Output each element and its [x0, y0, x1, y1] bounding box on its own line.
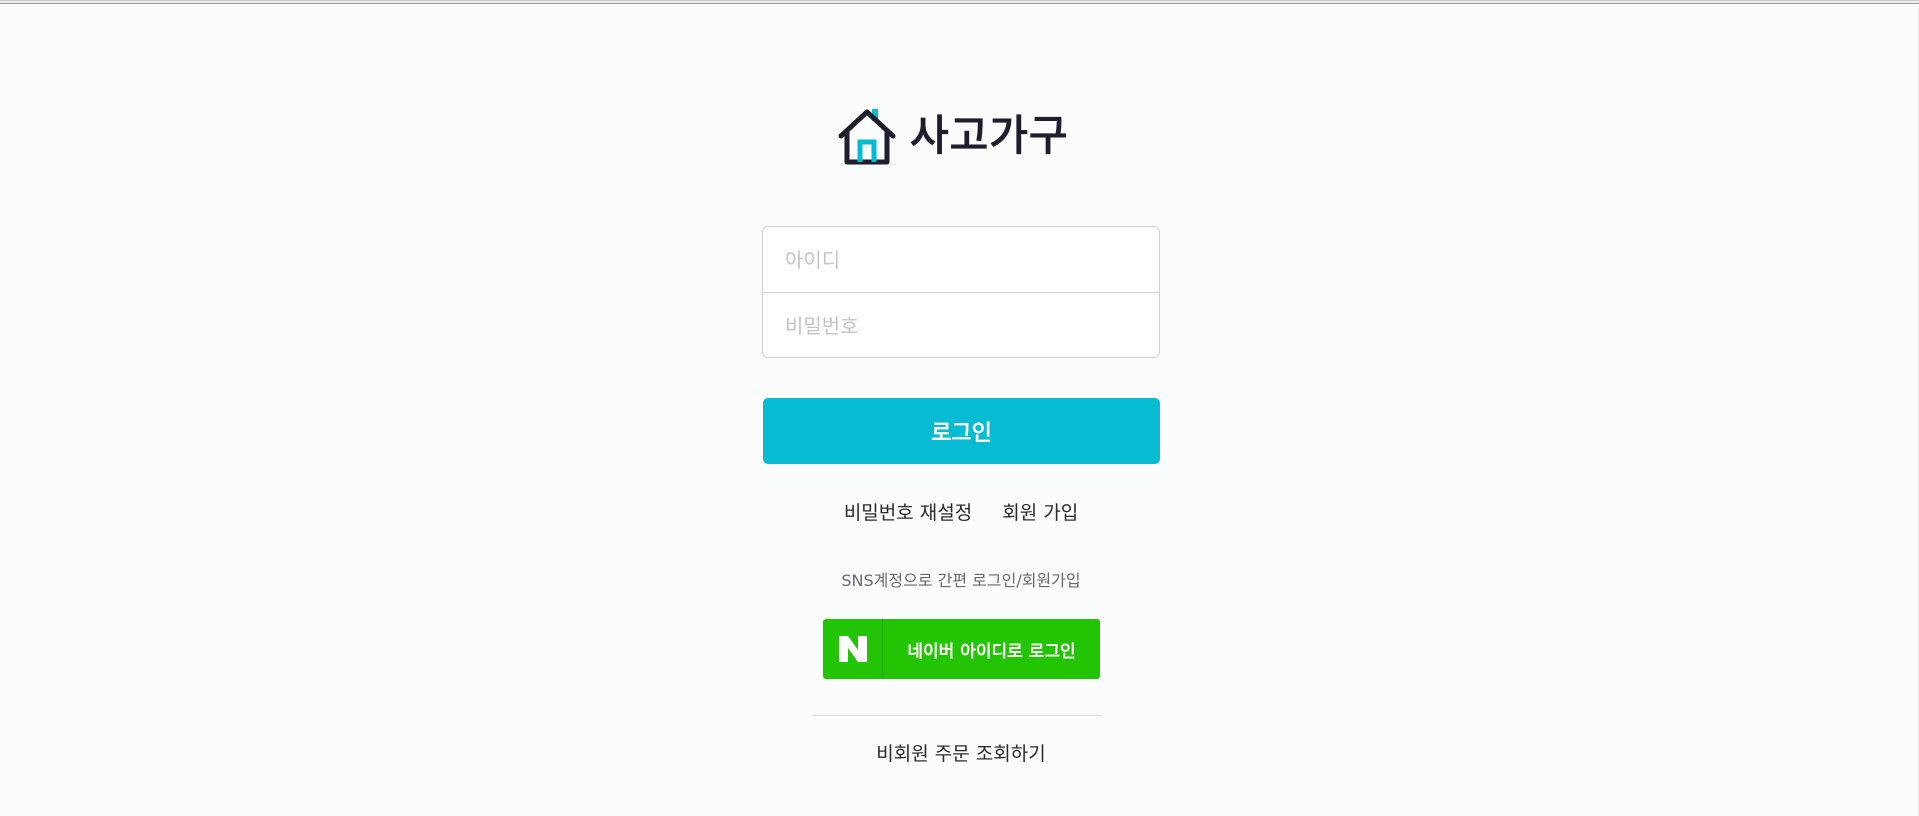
links-spacer: [972, 498, 1002, 525]
section-divider: [812, 715, 1102, 716]
login-button[interactable]: 로그인: [763, 398, 1160, 464]
account-links: 비밀번호 재설정 회원 가입: [762, 498, 1160, 525]
naver-login-label: 네이버 아이디로 로그인: [907, 641, 1076, 662]
brand-name: 사고가구: [910, 111, 1069, 160]
sns-login-caption: SNS계정으로 간편 로그인/회원가입: [841, 571, 1081, 590]
login-page: 사고가구 로그인 비밀번호 재설정 회원 가입 SNS계정으로 간편 로그인/회…: [0, 0, 1919, 816]
reset-password-link[interactable]: 비밀번호 재설정: [844, 498, 972, 525]
naver-logo-box: [823, 619, 883, 679]
guest-order-lookup-link[interactable]: 비회원 주문 조회하기: [762, 739, 1160, 766]
signup-link[interactable]: 회원 가입: [1002, 498, 1078, 525]
password-input[interactable]: [763, 293, 1159, 357]
id-input[interactable]: [763, 227, 1159, 292]
brand-logo[interactable]: 사고가구: [838, 106, 1069, 166]
house-icon: [838, 109, 896, 165]
naver-n-icon: [838, 636, 867, 662]
login-form: [762, 226, 1160, 358]
naver-login-button[interactable]: 네이버 아이디로 로그인: [823, 619, 1100, 679]
